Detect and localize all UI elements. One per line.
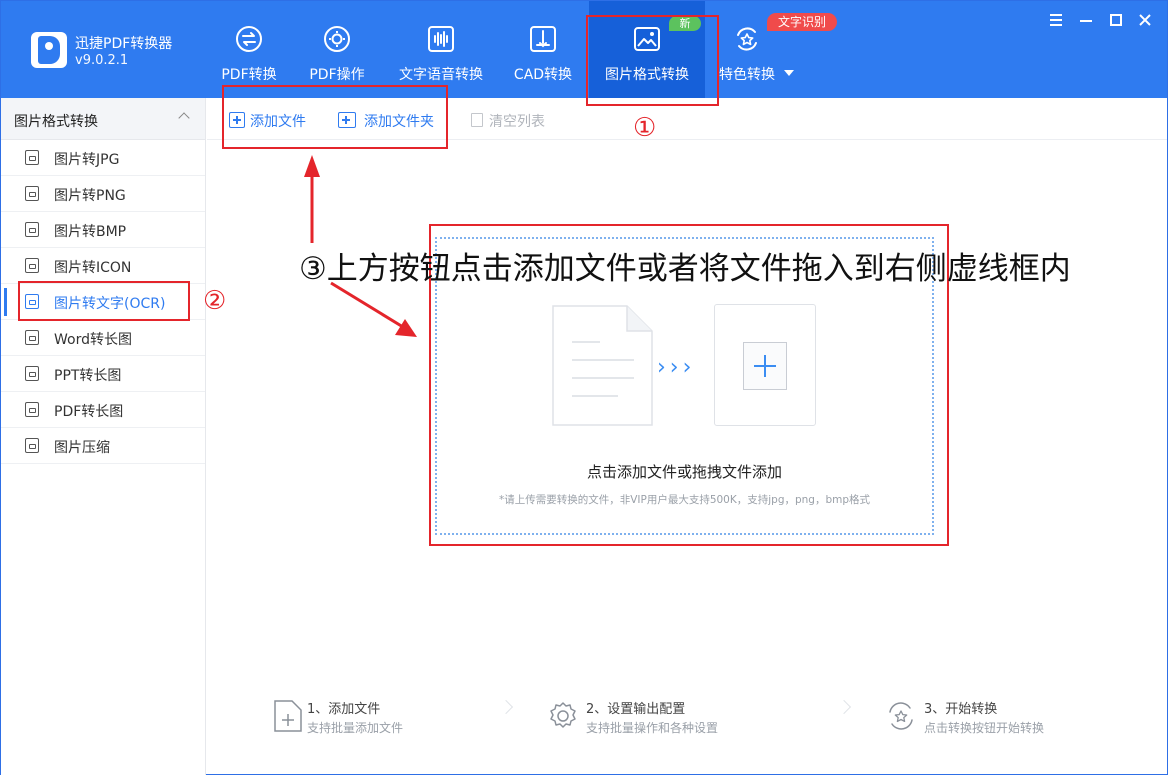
convert-icon — [889, 702, 913, 730]
clear-list-label: 清空列表 — [489, 114, 545, 130]
menu-icon[interactable] — [1047, 11, 1065, 29]
app-logo — [31, 32, 67, 68]
step-settings: 2、设置输出配置 支持批量操作和各种设置 — [548, 698, 738, 740]
step-subtitle: 点击转换按钮开始转换 — [924, 721, 1045, 735]
step-title: 2、设置输出配置 — [586, 702, 686, 717]
clear-list-button[interactable]: 清空列表 — [468, 111, 550, 131]
pdf-operate-icon — [324, 26, 350, 52]
nav-label: 文字语音转换 — [399, 67, 483, 83]
chevron-right-icon — [836, 699, 852, 715]
maximize-icon[interactable] — [1107, 11, 1125, 29]
compress-file-icon — [25, 438, 39, 453]
nav-pdf-convert[interactable]: PDF转换 — [213, 1, 285, 98]
step-add-file: 1、添加文件 支持批量添加文件 — [273, 698, 423, 740]
nav-label: PDF转换 — [221, 67, 277, 83]
ocr-badge: 文字识别 — [767, 13, 837, 31]
annotation-marker-1: ① — [633, 113, 657, 143]
step-subtitle: 支持批量操作和各种设置 — [586, 721, 719, 735]
image-file-icon — [25, 150, 39, 165]
sidebar-item-label: 图片转BMP — [54, 224, 127, 240]
sidebar-item-ppt-long-image[interactable]: PPT转长图 — [1, 356, 205, 392]
app-title: 迅捷PDF转换器 — [75, 36, 173, 52]
sidebar-item-label: 图片转ICON — [54, 260, 132, 276]
chevron-right-icon: ››› — [657, 355, 696, 380]
sidebar-item-to-png[interactable]: 图片转PNG — [1, 176, 205, 212]
add-file-step-icon — [274, 700, 302, 732]
close-icon[interactable] — [1136, 11, 1154, 29]
sidebar-item-label: 图片转JPG — [54, 152, 120, 168]
annotation-box-toolbar — [222, 85, 448, 149]
sidebar-item-to-jpg[interactable]: 图片转JPG — [1, 140, 205, 176]
sidebar-item-label: 图片转PNG — [54, 188, 126, 204]
sidebar-item-label: PDF转长图 — [54, 404, 124, 420]
step-title: 3、开始转换 — [924, 702, 998, 717]
drop-zone-title: 点击添加文件或拖拽文件添加 — [586, 463, 782, 481]
cad-icon — [530, 26, 556, 52]
voice-icon — [428, 26, 454, 52]
chevron-down-icon[interactable] — [784, 70, 794, 76]
star-icon — [737, 27, 757, 51]
sidebar-item-label: PPT转长图 — [54, 368, 122, 384]
plus-icon — [743, 342, 787, 390]
sidebar-item-to-icon[interactable]: 图片转ICON — [1, 248, 205, 284]
nav-label: 特色转换 — [719, 67, 775, 83]
image-file-icon — [25, 186, 39, 201]
annotation-box-sidebar — [18, 281, 190, 321]
add-card[interactable] — [714, 304, 816, 426]
step-subtitle: 支持批量添加文件 — [307, 721, 404, 735]
annotation-box-nav — [586, 15, 719, 106]
ppt-file-icon — [25, 366, 39, 381]
gear-icon — [550, 702, 576, 728]
image-file-icon — [25, 258, 39, 273]
minimize-icon[interactable] — [1077, 11, 1095, 29]
app-window: 迅捷PDF转换器 v9.0.2.1 PDF转换 PDF操作 文字语音转换 CAD… — [0, 0, 1168, 775]
sidebar-header-label: 图片格式转换 — [14, 114, 98, 130]
sidebar-item-compress[interactable]: 图片压缩 — [1, 428, 205, 464]
nav-label: CAD转换 — [513, 67, 573, 83]
step-start-convert: 3、开始转换 点击转换按钮开始转换 — [886, 698, 1056, 740]
sidebar: 图片格式转换 图片转JPG 图片转PNG 图片转BMP 图片转ICON 图片转文… — [1, 98, 206, 775]
pdf-file-icon — [25, 402, 39, 417]
sidebar-item-label: Word转长图 — [54, 332, 132, 348]
app-version: v9.0.2.1 — [75, 53, 129, 68]
word-file-icon — [25, 330, 39, 345]
instruction-text: ③上方按钮点击添加文件或者将文件拖入到右侧虚线框内 — [299, 251, 1071, 287]
sidebar-item-pdf-long-image[interactable]: PDF转长图 — [1, 392, 205, 428]
sidebar-item-word-long-image[interactable]: Word转长图 — [1, 320, 205, 356]
nav-cad-convert[interactable]: CAD转换 — [507, 1, 579, 98]
sidebar-item-to-bmp[interactable]: 图片转BMP — [1, 212, 205, 248]
document-icon — [552, 305, 653, 426]
pdf-convert-icon — [236, 26, 262, 52]
nav-pdf-operate[interactable]: PDF操作 — [301, 1, 373, 98]
chevron-up-icon[interactable] — [178, 112, 190, 124]
step-title: 1、添加文件 — [307, 702, 381, 717]
annotation-marker-2: ② — [203, 286, 227, 316]
top-header: 迅捷PDF转换器 v9.0.2.1 PDF转换 PDF操作 文字语音转换 CAD… — [1, 1, 1167, 98]
trash-icon — [471, 113, 483, 127]
drop-zone-hint: *请上传需要转换的文件，非VIP用户最大支持500K，支持jpg，png，bmp… — [498, 494, 871, 506]
nav-label: PDF操作 — [309, 67, 365, 83]
chevron-right-icon — [498, 699, 514, 715]
nav-voice-convert[interactable]: 文字语音转换 — [393, 1, 489, 98]
sidebar-header[interactable]: 图片格式转换 — [1, 98, 205, 140]
sidebar-item-label: 图片压缩 — [54, 440, 110, 456]
image-file-icon — [25, 222, 39, 237]
